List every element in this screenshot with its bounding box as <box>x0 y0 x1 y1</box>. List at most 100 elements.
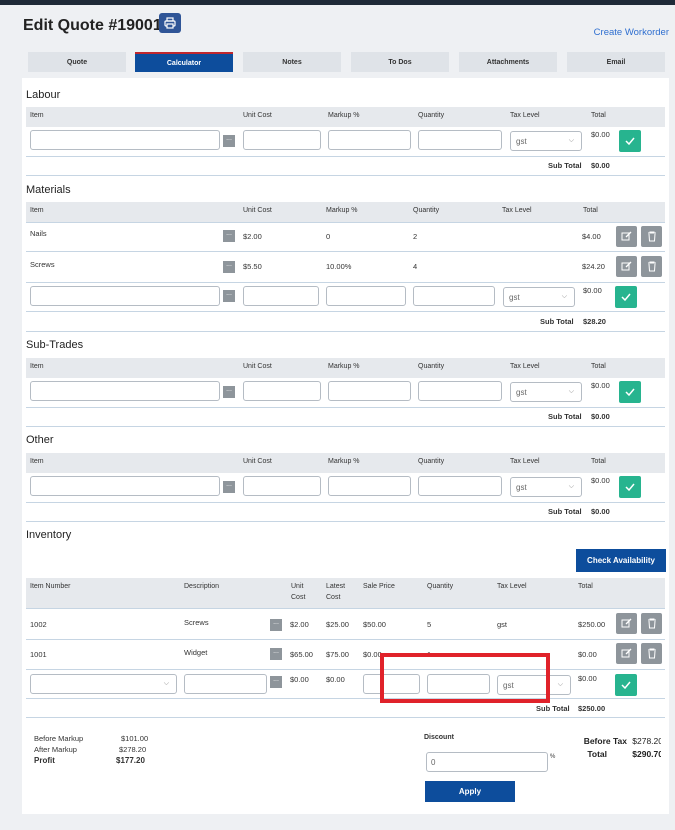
labour-item-input[interactable] <box>30 130 220 150</box>
subtrade-unit-cost-input[interactable] <box>243 381 321 401</box>
other-markup-input[interactable] <box>328 476 411 496</box>
divider <box>26 639 665 640</box>
other-quantity-input[interactable] <box>418 476 502 496</box>
print-button[interactable] <box>159 13 181 33</box>
divider <box>26 222 665 223</box>
divider <box>26 251 665 252</box>
material-row-edit-button[interactable] <box>616 256 637 277</box>
subtrade-item-picker-button[interactable]: ... <box>223 386 235 398</box>
material-row-picker-button[interactable]: ... <box>223 261 235 273</box>
other-tax-value: gst <box>516 482 527 492</box>
material-row-delete-button[interactable] <box>641 256 662 277</box>
inventory-row-unit-cost: $2.00 <box>290 620 309 629</box>
col-cost: Cost <box>291 594 306 601</box>
check-icon <box>625 388 635 396</box>
material-tax-select[interactable]: gst ⌵ <box>503 287 575 307</box>
divider <box>26 521 665 522</box>
discount-label: Discount <box>424 734 454 741</box>
material-confirm-button[interactable] <box>615 286 637 308</box>
other-confirm-button[interactable] <box>619 476 641 498</box>
chevron-down-icon: ⌵ <box>557 681 563 688</box>
inventory-row-edit-button[interactable] <box>616 643 637 664</box>
col-quantity: Quantity <box>418 112 445 119</box>
inventory-row-edit-button[interactable] <box>616 613 637 634</box>
tab-calculator[interactable]: Calculator <box>135 52 233 72</box>
edit-icon <box>621 261 632 271</box>
col-total: Total <box>591 112 606 119</box>
apply-button[interactable]: Apply <box>425 781 515 802</box>
before-markup-value: $101.00 <box>121 734 149 743</box>
labour-tax-select[interactable]: gst ⌵ <box>510 131 582 151</box>
col-total: Total <box>591 458 606 465</box>
inventory-item-select[interactable]: ⌵ <box>30 674 177 694</box>
material-row-picker-button[interactable]: ... <box>223 230 235 242</box>
before-tax-label: Before Tax <box>583 736 627 746</box>
materials-subtotal-value: $28.20 <box>583 317 606 326</box>
material-item-picker-button[interactable]: ... <box>223 290 235 302</box>
subtrade-quantity-input[interactable] <box>418 381 502 401</box>
col-tax-level: Tax Level <box>510 112 540 119</box>
tab-email[interactable]: Email <box>567 52 665 72</box>
tab-todos[interactable]: To Dos <box>351 52 449 72</box>
check-availability-button[interactable]: Check Availability <box>576 549 666 572</box>
tab-attachments[interactable]: Attachments <box>459 52 557 72</box>
inventory-description-input[interactable] <box>184 674 267 694</box>
other-unit-cost-input[interactable] <box>243 476 321 496</box>
inventory-row-description: Widget <box>184 648 208 657</box>
col-quantity: Quantity <box>418 458 445 465</box>
material-new-total: $0.00 <box>583 286 602 295</box>
trash-icon <box>647 261 656 272</box>
subtrade-markup-input[interactable] <box>328 381 411 401</box>
material-quantity-input[interactable] <box>413 286 495 306</box>
material-tax-value: gst <box>509 292 520 302</box>
col-tax-level: Tax Level <box>497 583 527 590</box>
trash-icon <box>647 648 656 659</box>
chevron-down-icon: ⌵ <box>163 680 169 687</box>
create-workorder-link[interactable]: Create Workorder <box>594 27 669 38</box>
material-unit-cost-input[interactable] <box>243 286 319 306</box>
other-item-picker-button[interactable]: ... <box>223 481 235 493</box>
other-item-input[interactable] <box>30 476 220 496</box>
inventory-row-picker-button[interactable]: ... <box>270 648 282 660</box>
labour-quantity-input[interactable] <box>418 130 502 150</box>
subtrade-confirm-button[interactable] <box>619 381 641 403</box>
labour-markup-input[interactable] <box>328 130 411 150</box>
inventory-row-unit-cost: $65.00 <box>290 650 313 659</box>
material-row-edit-button[interactable] <box>616 226 637 247</box>
materials-title: Materials <box>26 184 71 196</box>
trash-icon <box>647 231 656 242</box>
discount-input[interactable]: 0 <box>426 752 548 772</box>
inventory-item-picker-button[interactable]: ... <box>270 676 282 688</box>
inventory-confirm-button[interactable] <box>615 674 637 696</box>
check-icon <box>621 681 631 689</box>
divider <box>26 175 665 176</box>
inventory-row-item-number: 1002 <box>30 620 47 629</box>
inventory-new-latest-cost: $0.00 <box>326 675 345 684</box>
material-row-markup: 10.00% <box>326 262 352 271</box>
labour-unit-cost-input[interactable] <box>243 130 321 150</box>
inventory-row-delete-button[interactable] <box>641 643 662 664</box>
material-row-total: $4.00 <box>582 232 601 241</box>
inventory-row-picker-button[interactable]: ... <box>270 619 282 631</box>
tab-notes[interactable]: Notes <box>243 52 341 72</box>
subtrade-tax-select[interactable]: gst ⌵ <box>510 382 582 402</box>
profit-value: $177.20 <box>116 756 145 765</box>
other-tax-select[interactable]: gst ⌵ <box>510 477 582 497</box>
subtrade-item-input[interactable] <box>30 381 220 401</box>
labour-title: Labour <box>26 89 61 101</box>
before-tax-value: $278.20 <box>632 736 661 746</box>
inventory-row-sale-price: $0.00 <box>363 650 382 659</box>
material-item-input[interactable] <box>30 286 220 306</box>
tab-quote[interactable]: Quote <box>28 52 126 72</box>
inventory-row-description: Screws <box>184 618 209 627</box>
labour-item-picker-button[interactable]: ... <box>223 135 235 147</box>
inventory-row-quantity: 5 <box>427 620 432 629</box>
labour-confirm-button[interactable] <box>619 130 641 152</box>
material-row-delete-button[interactable] <box>641 226 662 247</box>
profit-label: Profit <box>34 756 55 765</box>
subtrades-table-header: Item Unit Cost Markup % Quantity Tax Lev… <box>26 358 665 378</box>
col-unit-cost: Unit Cost <box>243 207 272 214</box>
discount-highlight-box <box>380 653 550 703</box>
material-markup-input[interactable] <box>326 286 406 306</box>
inventory-row-delete-button[interactable] <box>641 613 662 634</box>
